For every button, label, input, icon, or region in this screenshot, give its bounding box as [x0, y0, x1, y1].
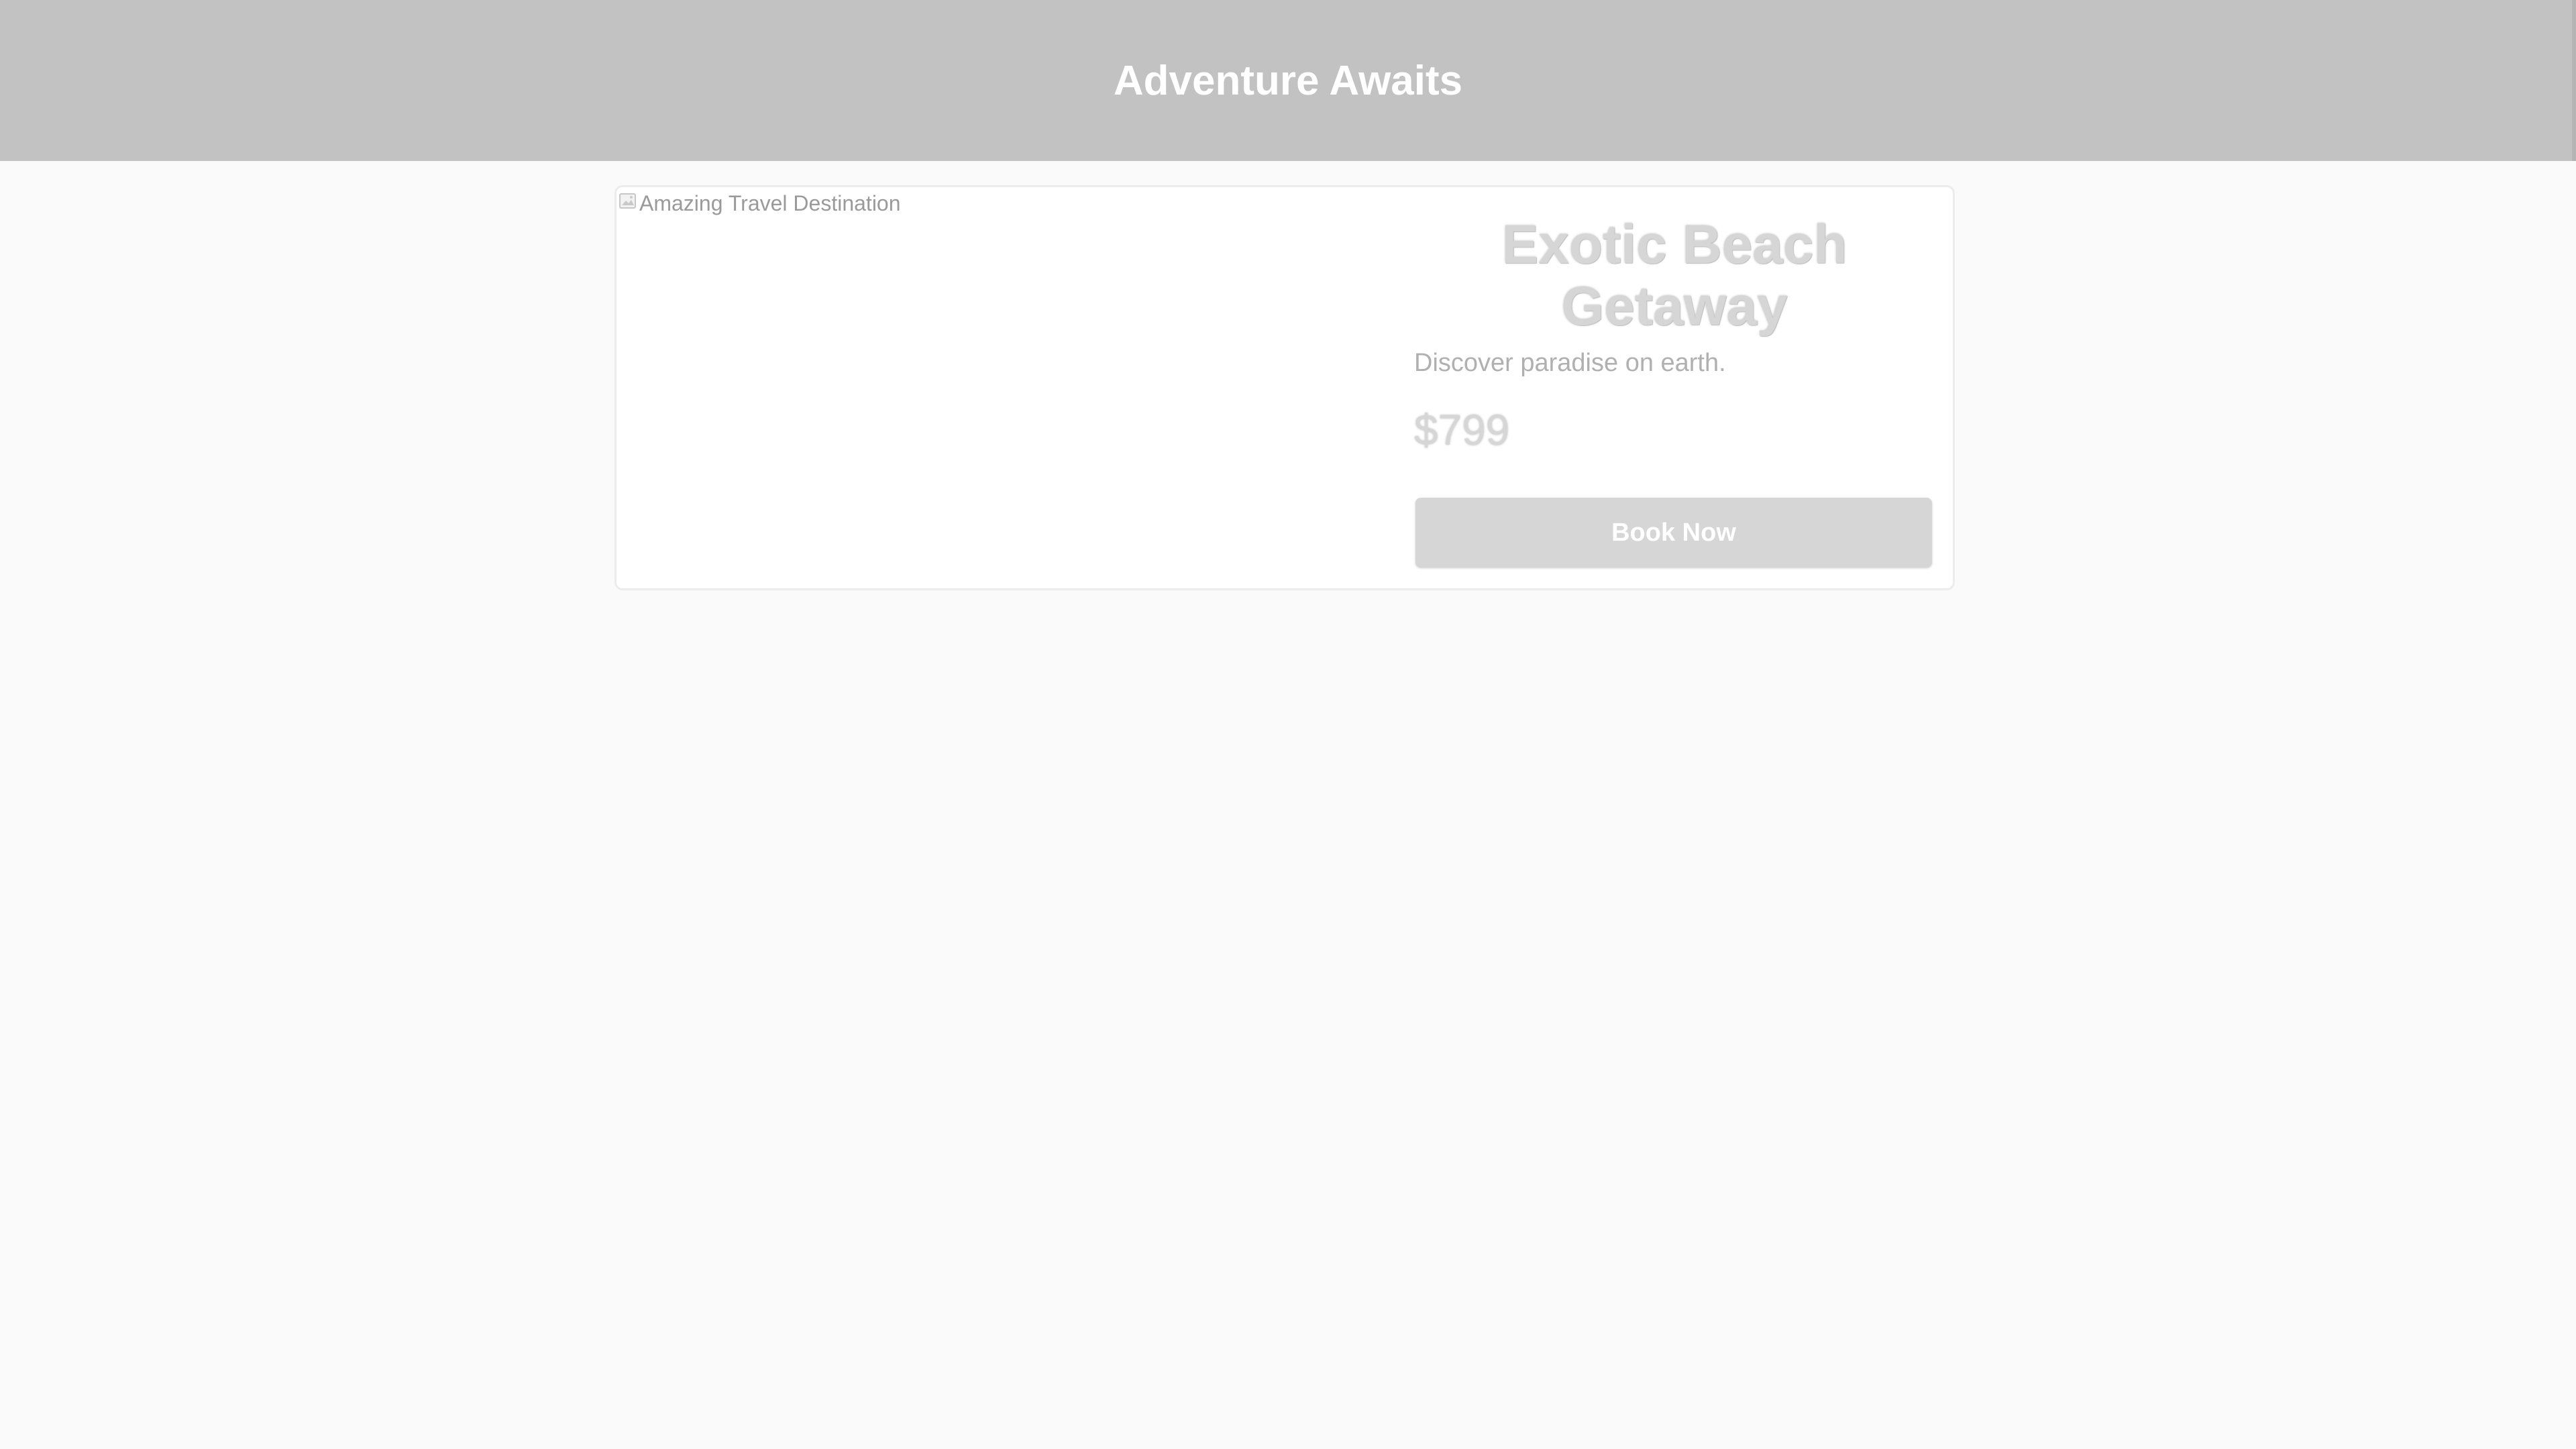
image-alt-text: Amazing Travel Destination — [639, 191, 901, 215]
destination-image: Amazing Travel Destination — [616, 187, 1415, 588]
trip-subtitle: Discover paradise on earth. — [1414, 349, 1726, 377]
scrollbar-edge[interactable] — [2572, 0, 2576, 161]
trip-price: $799 — [1414, 406, 1510, 454]
book-now-button[interactable]: Book Now — [1415, 498, 1932, 568]
site-header: Adventure Awaits — [0, 0, 2576, 161]
site-title: Adventure Awaits — [1113, 57, 1463, 104]
trip-title: Exotic Beach Getaway — [1501, 214, 1847, 337]
page: Adventure Awaits Amazing Travel Destinat… — [0, 0, 2576, 1449]
broken-image-icon — [619, 193, 636, 209]
